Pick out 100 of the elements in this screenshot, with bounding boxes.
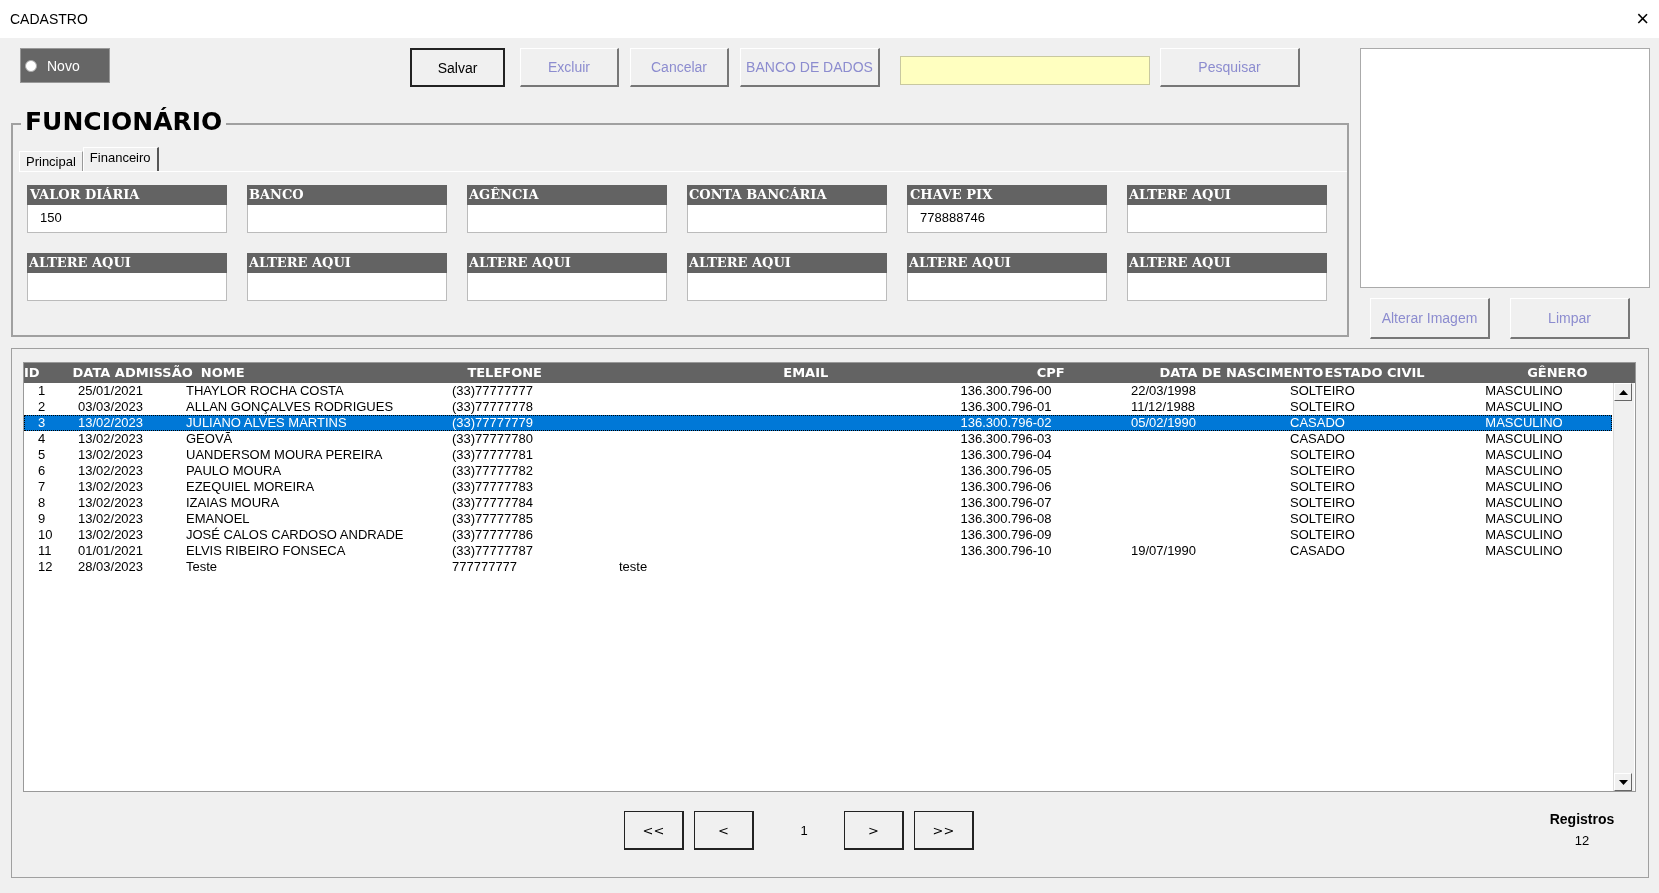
table-cell: 136.300.796-03 — [960, 431, 1052, 446]
table-cell: 13/02/2023 — [78, 527, 144, 542]
column-header: TELEFONE — [466, 364, 543, 382]
table-cell: 28/03/2023 — [78, 559, 144, 574]
new-toggle[interactable]: Novo — [20, 48, 110, 83]
tab[interactable]: Principal — [19, 151, 83, 171]
field-label: ALTERE AQUI — [27, 253, 227, 273]
table-cell: 13/02/2023 — [78, 495, 144, 510]
table-cell: GEOVÃ — [186, 431, 233, 446]
table-cell: (33)77777780 — [452, 431, 533, 446]
table-cell: MASCULINO — [1485, 383, 1563, 398]
table-cell: 22/03/1998 — [1131, 383, 1197, 398]
table-cell: CASADO — [1290, 431, 1345, 446]
table-cell: 7 — [38, 479, 46, 494]
table-row[interactable]: 4 13/02/2023 GEOVÃ (33)77777780 136.300.796-03 CASADO MASCULINO — [24, 431, 1612, 447]
table-cell: UANDERSOM MOURA PEREIRA — [186, 447, 383, 462]
column-header: EMAIL — [782, 364, 830, 382]
table-row[interactable]: 7 13/02/2023 EZEQUIEL MOREIRA (33)77777783 136.300.796-06 SOLTEIRO MASCULINO — [24, 479, 1612, 495]
input-field[interactable] — [467, 205, 667, 233]
table-cell: (33)77777785 — [452, 511, 533, 526]
field-label: CHAVE PIX — [907, 185, 1107, 205]
search-field[interactable] — [900, 56, 1150, 85]
field-label: VALOR DIÁRIA — [27, 185, 227, 205]
table-cell: 05/02/1990 — [1131, 415, 1197, 430]
last-page-button[interactable]: >> — [914, 811, 974, 850]
table-cell: (33)77777786 — [452, 527, 533, 542]
table-row[interactable]: 1 25/01/2021 THAYLOR ROCHA COSTA (33)77777777 136.300.796-00 22/03/1998 SOLTEIRO MASCULINO — [24, 383, 1612, 399]
table-cell: 136.300.796-10 — [960, 543, 1052, 558]
field-label: ALTERE AQUI — [467, 253, 667, 273]
field-label: AGÊNCIA — [467, 185, 667, 205]
scroll-up-button[interactable] — [1614, 383, 1632, 401]
table-cell: 5 — [38, 447, 46, 462]
input-field[interactable] — [247, 273, 447, 301]
table-cell: MASCULINO — [1485, 527, 1563, 542]
table-cell: 3 — [38, 415, 46, 430]
input-field[interactable] — [687, 205, 887, 233]
table-cell: 13/02/2023 — [78, 511, 144, 526]
input-field[interactable] — [907, 273, 1107, 301]
down-arrow-icon — [1618, 779, 1628, 785]
table-cell: SOLTEIRO — [1290, 463, 1355, 478]
input-field[interactable] — [27, 273, 227, 301]
table-cell: 9 — [38, 511, 46, 526]
table-cell: 136.300.796-01 — [960, 399, 1052, 414]
table-cell: IZAIAS MOURA — [186, 495, 280, 510]
field-label: CONTA BANCÁRIA — [687, 185, 887, 205]
field-label: BANCO — [247, 185, 447, 205]
input-field[interactable] — [1127, 273, 1327, 301]
column-header: DATA ADMISSÃO — [71, 364, 194, 382]
table-cell: teste — [619, 559, 648, 574]
input-field[interactable] — [687, 273, 887, 301]
next-page-button[interactable]: > — [844, 811, 904, 850]
table-cell: 11/12/1988 — [1131, 399, 1196, 414]
table-cell: 6 — [38, 463, 46, 478]
input-field[interactable] — [247, 205, 447, 233]
table-cell: MASCULINO — [1485, 415, 1563, 430]
field-label: ALTERE AQUI — [247, 253, 447, 273]
table-cell: SOLTEIRO — [1290, 447, 1355, 462]
table-cell: 03/03/2023 — [78, 399, 144, 414]
column-header: NOME — [199, 364, 246, 382]
table-row[interactable]: 3 13/02/2023 JULIANO ALVES MARTINS (33)77777779 136.300.796-02 05/02/1990 CASADO MASCULINO — [24, 415, 1612, 431]
table-cell: 8 — [38, 495, 46, 510]
table-row[interactable]: 12 28/03/2023 Teste 777777777 teste — [24, 559, 1612, 575]
table-cell: JULIANO ALVES MARTINS — [186, 415, 347, 430]
column-header: ESTADO CIVIL — [1324, 364, 1426, 382]
table-cell: ELVIS RIBEIRO FONSECA — [186, 543, 346, 558]
table-cell: MASCULINO — [1485, 447, 1563, 462]
table-cell: 2 — [38, 399, 46, 414]
scroll-down-button[interactable] — [1614, 773, 1632, 791]
table-cell: CASADO — [1290, 415, 1345, 430]
table-cell: 136.300.796-00 — [960, 383, 1052, 398]
table-cell: 13/02/2023 — [78, 415, 144, 430]
table-cell: 1 — [38, 383, 46, 398]
table-cell: (33)77777782 — [452, 463, 533, 478]
previous-page-button[interactable]: < — [694, 811, 754, 850]
window-title: CADASTRO — [10, 11, 88, 27]
input-field[interactable]: 778888746 — [907, 205, 1107, 233]
table-row[interactable]: 6 13/02/2023 PAULO MOURA (33)77777782 136.300.796-05 SOLTEIRO MASCULINO — [24, 463, 1612, 479]
table-cell: EMANOEL — [186, 511, 250, 526]
table-cell: 136.300.796-09 — [960, 527, 1052, 542]
input-field[interactable]: 150 — [27, 205, 227, 233]
table-cell: 13/02/2023 — [78, 447, 144, 462]
tab[interactable]: Financeiro — [82, 147, 159, 171]
save-button[interactable]: Salvar — [410, 48, 505, 87]
table-row[interactable]: 11 01/01/2021 ELVIS RIBEIRO FONSECA (33)77777787 136.300.796-10 19/07/1990 CASADO MASCULINO — [24, 543, 1612, 559]
table-row[interactable]: 2 03/03/2023 ALLAN GONÇALVES RODRIGUES (33)77777778 136.300.796-01 11/12/1988 SOLTEIRO MASCULINO — [24, 399, 1612, 415]
table-row[interactable]: 10 13/02/2023 JOSÉ CALOS CARDOSO ANDRADE (33)77777786 136.300.796-09 SOLTEIRO MASCULINO — [24, 527, 1612, 543]
table-row[interactable]: 5 13/02/2023 UANDERSOM MOURA PEREIRA (33)77777781 136.300.796-04 SOLTEIRO MASCULINO — [24, 447, 1612, 463]
close-button[interactable]: × — [1636, 8, 1649, 30]
input-field[interactable] — [1127, 205, 1327, 233]
table-row[interactable]: 8 13/02/2023 IZAIAS MOURA (33)77777784 136.300.796-07 SOLTEIRO MASCULINO — [24, 495, 1612, 511]
table-cell: (33)77777779 — [452, 415, 533, 430]
input-field[interactable] — [467, 273, 667, 301]
table-cell: SOLTEIRO — [1290, 495, 1355, 510]
table-row[interactable]: 9 13/02/2023 EMANOEL (33)77777785 136.300.796-08 SOLTEIRO MASCULINO — [24, 511, 1612, 527]
first-page-button[interactable]: << — [624, 811, 684, 850]
table-cell: 19/07/1990 — [1131, 543, 1197, 558]
table-cell: SOLTEIRO — [1290, 511, 1355, 526]
page-number: 1 — [799, 823, 809, 838]
table-cell: MASCULINO — [1485, 511, 1563, 526]
table-cell: PAULO MOURA — [186, 463, 282, 478]
